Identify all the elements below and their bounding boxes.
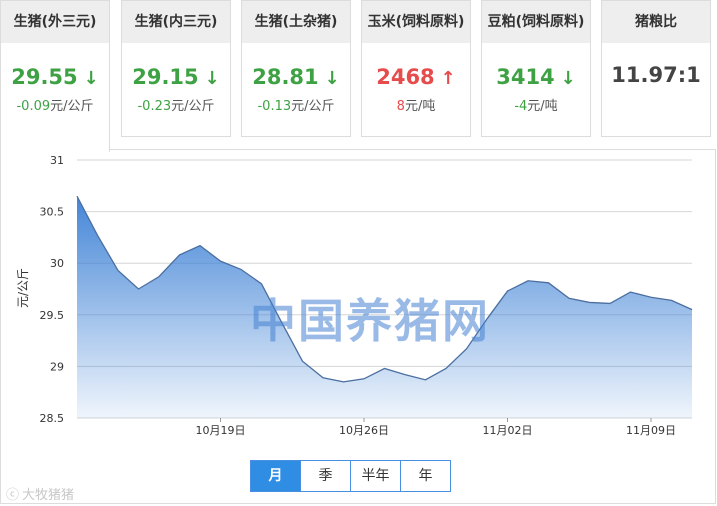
data-point[interactable] — [178, 253, 182, 257]
data-point[interactable] — [362, 377, 366, 381]
y-tick-label: 30.5 — [40, 206, 65, 219]
data-point[interactable] — [321, 376, 325, 380]
y-tick-label: 29.5 — [40, 309, 65, 322]
card-change: -0.09元/公斤 — [1, 95, 109, 114]
data-point[interactable] — [301, 359, 305, 363]
data-point[interactable] — [157, 275, 161, 279]
data-point[interactable] — [239, 267, 243, 271]
data-point[interactable] — [444, 366, 448, 370]
change-value: -0.09 — [16, 99, 51, 114]
data-point[interactable] — [629, 290, 633, 294]
data-point[interactable] — [342, 380, 346, 384]
card-title: 生猪(外三元) — [1, 1, 109, 43]
change-unit: 元/公斤 — [50, 99, 94, 114]
data-point[interactable] — [526, 279, 530, 283]
data-point[interactable] — [383, 366, 387, 370]
period-quarter-button[interactable]: 季 — [301, 461, 351, 491]
period-halfyear-button[interactable]: 半年 — [351, 461, 401, 491]
period-year-button[interactable]: 年 — [401, 461, 450, 491]
data-point[interactable] — [424, 378, 428, 382]
data-point[interactable] — [198, 244, 202, 248]
data-point[interactable] — [116, 268, 120, 272]
data-point[interactable] — [567, 296, 571, 300]
card-price: 29.55 ↓ — [1, 63, 109, 91]
corner-watermark: ⓒ 大牧猪猪 — [6, 484, 74, 503]
x-tick-label: 11月02日 — [483, 424, 533, 437]
data-point[interactable] — [96, 233, 100, 237]
weibo-icon: ⓒ — [6, 488, 20, 503]
data-point[interactable] — [506, 289, 510, 293]
corner-watermark-text: 大牧猪猪 — [22, 488, 75, 503]
data-point[interactable] — [670, 298, 674, 302]
price-value: 29.55 — [11, 65, 78, 89]
x-tick-label: 10月19日 — [196, 424, 246, 437]
y-tick-label: 29 — [50, 360, 64, 373]
y-tick-label: 31 — [50, 154, 64, 167]
data-point[interactable] — [403, 373, 407, 377]
x-tick-label: 11月09日 — [626, 424, 676, 437]
period-selector: 月 季 半年 年 — [250, 460, 451, 492]
data-point[interactable] — [649, 295, 653, 299]
y-axis-label: 元/公斤 — [16, 268, 30, 308]
data-point[interactable] — [75, 194, 79, 198]
data-point[interactable] — [588, 300, 592, 304]
card-pig-waisanyuan[interactable]: 生猪(外三元) 29.55 ↓ -0.09元/公斤 — [0, 0, 110, 152]
watermark-text: 中国养猪网 — [250, 294, 490, 348]
y-tick-label: 28.5 — [40, 412, 65, 425]
period-month-button[interactable]: 月 — [251, 461, 301, 491]
data-point[interactable] — [608, 301, 612, 305]
y-tick-label: 30 — [50, 257, 64, 270]
data-point[interactable] — [137, 287, 141, 291]
data-point[interactable] — [547, 281, 551, 285]
x-tick-label: 10月26日 — [339, 424, 389, 437]
data-point[interactable] — [690, 308, 694, 312]
down-arrow-icon: ↓ — [83, 68, 99, 89]
data-point[interactable] — [219, 259, 223, 263]
